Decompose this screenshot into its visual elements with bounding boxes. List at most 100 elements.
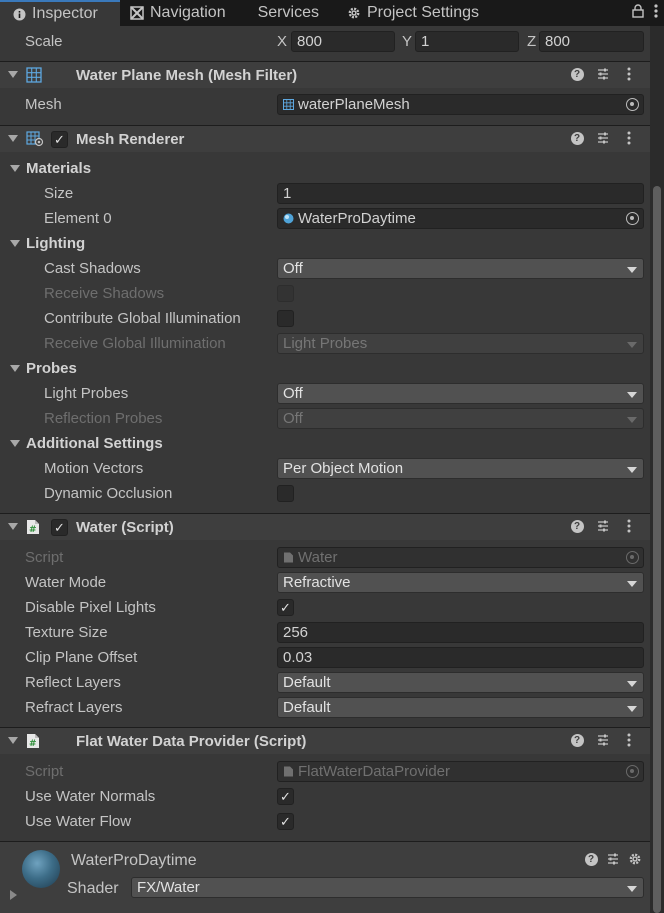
- material-asset-icon: [283, 213, 294, 224]
- cast-shadows-dropdown[interactable]: Off: [277, 258, 644, 279]
- tab-services[interactable]: Services: [236, 0, 329, 26]
- scale-y-field[interactable]: 1: [415, 31, 519, 52]
- water-script-ref-field: Water: [277, 547, 644, 568]
- probes-label: Probes: [26, 360, 77, 377]
- receive-shadows-label: Receive Shadows: [44, 285, 165, 302]
- refract-layers-label: Refract Layers: [25, 699, 123, 716]
- size-field[interactable]: 1: [277, 183, 644, 204]
- mesh-filter-header[interactable]: Water Plane Mesh (Mesh Filter) ?: [0, 61, 650, 88]
- water-script-ref-value: Water: [298, 549, 338, 566]
- dynamic-occlusion-checkbox[interactable]: [277, 485, 294, 502]
- help-icon[interactable]: ?: [570, 518, 584, 534]
- component-menu-icon[interactable]: [622, 66, 636, 82]
- scale-x-label[interactable]: X: [277, 33, 287, 50]
- presets-icon[interactable]: [596, 130, 610, 146]
- mesh-renderer-header[interactable]: ✓ Mesh Renderer ?: [0, 125, 650, 152]
- clip-plane-field[interactable]: 0.03: [277, 647, 644, 668]
- material-foldout-icon[interactable]: [10, 890, 17, 900]
- reflect-layers-label: Reflect Layers: [25, 674, 121, 691]
- scrollbar-thumb[interactable]: [653, 186, 661, 913]
- probes-foldout-icon[interactable]: [10, 365, 20, 372]
- motion-vectors-dropdown[interactable]: Per Object Motion: [277, 458, 644, 479]
- refract-layers-value: Default: [283, 699, 331, 716]
- flat-water-header[interactable]: # Flat Water Data Provider (Script) ?: [0, 727, 650, 754]
- shader-dropdown[interactable]: FX/Water: [131, 877, 644, 898]
- help-icon[interactable]: ?: [584, 851, 598, 867]
- disable-pixel-lights-checkbox[interactable]: ✓: [277, 599, 294, 616]
- disable-pixel-lights-label: Disable Pixel Lights: [25, 599, 156, 616]
- scale-y-label[interactable]: Y: [402, 33, 412, 50]
- water-mode-label: Water Mode: [25, 574, 107, 591]
- light-probes-dropdown[interactable]: Off: [277, 383, 644, 404]
- reflect-layers-dropdown[interactable]: Default: [277, 672, 644, 693]
- use-water-normals-checkbox[interactable]: ✓: [277, 788, 294, 805]
- scale-x-field[interactable]: 800: [291, 31, 395, 52]
- help-icon[interactable]: ?: [570, 130, 584, 146]
- mesh-value: waterPlaneMesh: [298, 96, 410, 113]
- mesh-asset-icon: [283, 99, 294, 110]
- tab-navigation[interactable]: Navigation: [120, 0, 236, 26]
- lighting-foldout[interactable]: Lighting: [0, 231, 650, 256]
- element0-object-field[interactable]: WaterProDaytime: [277, 208, 644, 229]
- scale-z-field[interactable]: 800: [539, 31, 644, 52]
- presets-icon[interactable]: [596, 66, 610, 82]
- additional-settings-foldout-icon[interactable]: [10, 440, 20, 447]
- help-icon[interactable]: ?: [570, 732, 584, 748]
- additional-settings-foldout[interactable]: Additional Settings: [0, 431, 650, 456]
- water-mode-dropdown[interactable]: Refractive: [277, 572, 644, 593]
- element0-value: WaterProDaytime: [298, 210, 416, 227]
- water-script-title: Water (Script): [76, 519, 174, 536]
- scale-label: Scale: [25, 33, 63, 50]
- help-icon[interactable]: ?: [570, 66, 584, 82]
- gear-icon[interactable]: [628, 851, 642, 867]
- motion-vectors-label: Motion Vectors: [44, 460, 144, 477]
- motion-vectors-row: Motion Vectors Per Object Motion: [0, 456, 650, 481]
- receive-gi-value: Light Probes: [283, 335, 368, 352]
- tab-project-settings[interactable]: Project Settings: [329, 0, 489, 26]
- water-mode-row: Water Mode Refractive: [0, 570, 650, 595]
- dropdown-arrow-icon: [627, 886, 637, 892]
- receive-gi-label: Receive Global Illumination: [44, 335, 226, 352]
- water-script-ref-row: Script Water: [0, 545, 650, 570]
- probes-foldout[interactable]: Probes: [0, 356, 650, 381]
- flat-water-foldout-icon[interactable]: [8, 737, 18, 744]
- refract-layers-row: Refract Layers Default: [0, 695, 650, 720]
- component-menu-icon[interactable]: [622, 130, 636, 146]
- refract-layers-dropdown[interactable]: Default: [277, 697, 644, 718]
- tab-inspector[interactable]: Inspector: [0, 0, 120, 26]
- lighting-foldout-icon[interactable]: [10, 240, 20, 247]
- texture-size-row: Texture Size 256: [0, 620, 650, 645]
- use-water-flow-checkbox[interactable]: ✓: [277, 813, 294, 830]
- lock-icon[interactable]: [632, 4, 644, 21]
- mesh-object-field[interactable]: waterPlaneMesh: [277, 94, 644, 115]
- materials-foldout-icon[interactable]: [10, 165, 20, 172]
- scale-z-label[interactable]: Z: [527, 33, 536, 50]
- component-menu-icon[interactable]: [622, 732, 636, 748]
- presets-icon[interactable]: [606, 851, 620, 867]
- water-script-enabled-checkbox[interactable]: ✓: [51, 519, 68, 536]
- mesh-renderer-title: Mesh Renderer: [76, 131, 185, 148]
- window-controls: [632, 4, 658, 21]
- material-preview-thumbnail[interactable]: [22, 850, 60, 888]
- object-picker-icon[interactable]: [626, 212, 639, 225]
- dynamic-occlusion-row: Dynamic Occlusion: [0, 481, 650, 506]
- water-script-foldout-icon[interactable]: [8, 523, 18, 530]
- object-picker-icon[interactable]: [626, 98, 639, 111]
- cast-shadows-label: Cast Shadows: [44, 260, 141, 277]
- use-water-flow-label: Use Water Flow: [25, 813, 132, 830]
- texture-size-field[interactable]: 256: [277, 622, 644, 643]
- component-menu-icon[interactable]: [622, 518, 636, 534]
- use-water-flow-row: Use Water Flow ✓: [0, 809, 650, 834]
- dropdown-arrow-icon: [627, 417, 637, 423]
- mesh-renderer-enabled-checkbox[interactable]: ✓: [51, 131, 68, 148]
- contribute-gi-checkbox[interactable]: [277, 310, 294, 327]
- more-options-icon[interactable]: [654, 4, 658, 21]
- presets-icon[interactable]: [596, 518, 610, 534]
- mesh-renderer-foldout-icon[interactable]: [8, 135, 18, 142]
- mesh-filter-foldout-icon[interactable]: [8, 71, 18, 78]
- vertical-scrollbar[interactable]: [650, 26, 664, 913]
- presets-icon[interactable]: [596, 732, 610, 748]
- transform-scale-row: Scale X 800 Y 1 Z 800: [0, 29, 650, 54]
- materials-foldout[interactable]: Materials: [0, 156, 650, 181]
- water-script-header[interactable]: # ✓ Water (Script) ?: [0, 513, 650, 540]
